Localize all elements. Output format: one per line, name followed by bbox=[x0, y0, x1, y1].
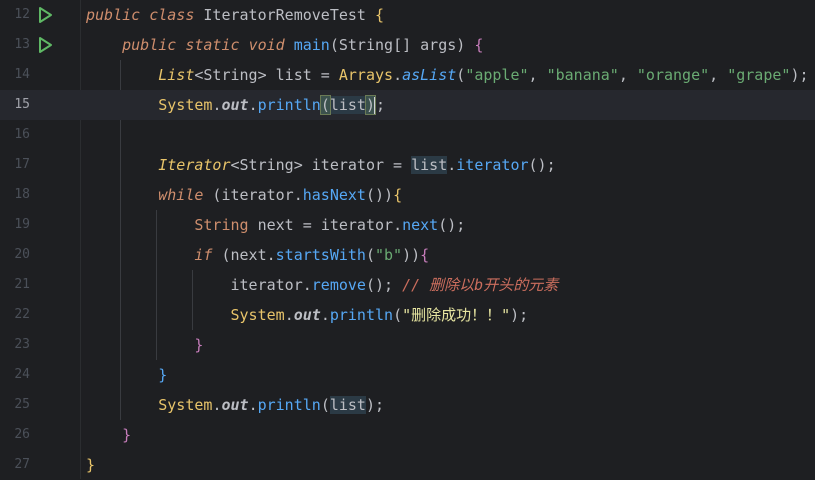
code-text: iterator.remove(); // 删除以b开头的元素 bbox=[230, 276, 559, 294]
code-text: } bbox=[122, 426, 132, 444]
code-text: public class IteratorRemoveTest { bbox=[86, 6, 385, 24]
code-line-19[interactable]: 19 String next = iterator.next(); bbox=[0, 210, 815, 240]
line-number: 24 bbox=[14, 367, 30, 382]
code-line-20[interactable]: 20 if (next.startsWith("b")){ bbox=[0, 240, 815, 270]
code-text: System.out.println("删除成功！！"); bbox=[230, 306, 529, 324]
run-gutter-icon[interactable] bbox=[38, 37, 53, 53]
line-number: 18 bbox=[14, 187, 30, 202]
code-line-22[interactable]: 22 System.out.println("删除成功！！"); bbox=[0, 300, 815, 330]
code-line-27[interactable]: 27 } bbox=[0, 450, 815, 480]
line-number: 14 bbox=[14, 67, 30, 82]
code-text: System.out.println(list); bbox=[158, 396, 385, 414]
code-comment: // 删除以b开头的元素 bbox=[402, 276, 559, 294]
text-cursor bbox=[374, 96, 376, 115]
line-number: 16 bbox=[14, 127, 30, 142]
line-number: 26 bbox=[14, 427, 30, 442]
code-line-24[interactable]: 24 } bbox=[0, 360, 815, 390]
code-line-12[interactable]: 12 public class IteratorRemoveTest { bbox=[0, 0, 815, 30]
code-line-13[interactable]: 13 public static void main(String[] args… bbox=[0, 30, 815, 60]
line-number: 25 bbox=[14, 397, 30, 412]
code-line-15[interactable]: 15 System.out.println(list); bbox=[0, 90, 815, 120]
code-text: if (next.startsWith("b")){ bbox=[194, 246, 430, 264]
line-number: 17 bbox=[14, 157, 30, 172]
code-line-16[interactable]: 16 bbox=[0, 120, 815, 150]
code-text: List<String> list = Arrays.asList("apple… bbox=[158, 66, 809, 84]
line-number: 12 bbox=[14, 7, 30, 22]
line-number: 22 bbox=[14, 307, 30, 322]
code-text: System.out.println(list); bbox=[158, 95, 386, 115]
code-line-23[interactable]: 23 } bbox=[0, 330, 815, 360]
run-gutter-icon[interactable] bbox=[38, 7, 53, 23]
code-text: String next = iterator.next(); bbox=[194, 216, 466, 234]
code-line-21[interactable]: 21 iterator.remove(); // 删除以b开头的元素 bbox=[0, 270, 815, 300]
code-line-17[interactable]: 17 Iterator<String> iterator = list.iter… bbox=[0, 150, 815, 180]
line-number: 13 bbox=[14, 37, 30, 52]
line-number: 21 bbox=[14, 277, 30, 292]
code-editor[interactable]: 12 public class IteratorRemoveTest { 13 … bbox=[0, 0, 815, 479]
line-number: 20 bbox=[14, 247, 30, 262]
code-text: Iterator<String> iterator = list.iterato… bbox=[158, 156, 556, 174]
code-text: public static void main(String[] args) { bbox=[122, 36, 484, 54]
line-number: 27 bbox=[14, 457, 30, 472]
line-number: 15 bbox=[14, 97, 30, 112]
line-number: 23 bbox=[14, 337, 30, 352]
code-text: while (iterator.hasNext()){ bbox=[158, 186, 403, 204]
line-number: 19 bbox=[14, 217, 30, 232]
code-line-18[interactable]: 18 while (iterator.hasNext()){ bbox=[0, 180, 815, 210]
code-text: } bbox=[86, 456, 96, 474]
code-line-25[interactable]: 25 System.out.println(list); bbox=[0, 390, 815, 420]
code-line-26[interactable]: 26 } bbox=[0, 420, 815, 450]
code-text: } bbox=[158, 366, 168, 384]
code-text: } bbox=[194, 336, 204, 354]
code-line-14[interactable]: 14 List<String> list = Arrays.asList("ap… bbox=[0, 60, 815, 90]
